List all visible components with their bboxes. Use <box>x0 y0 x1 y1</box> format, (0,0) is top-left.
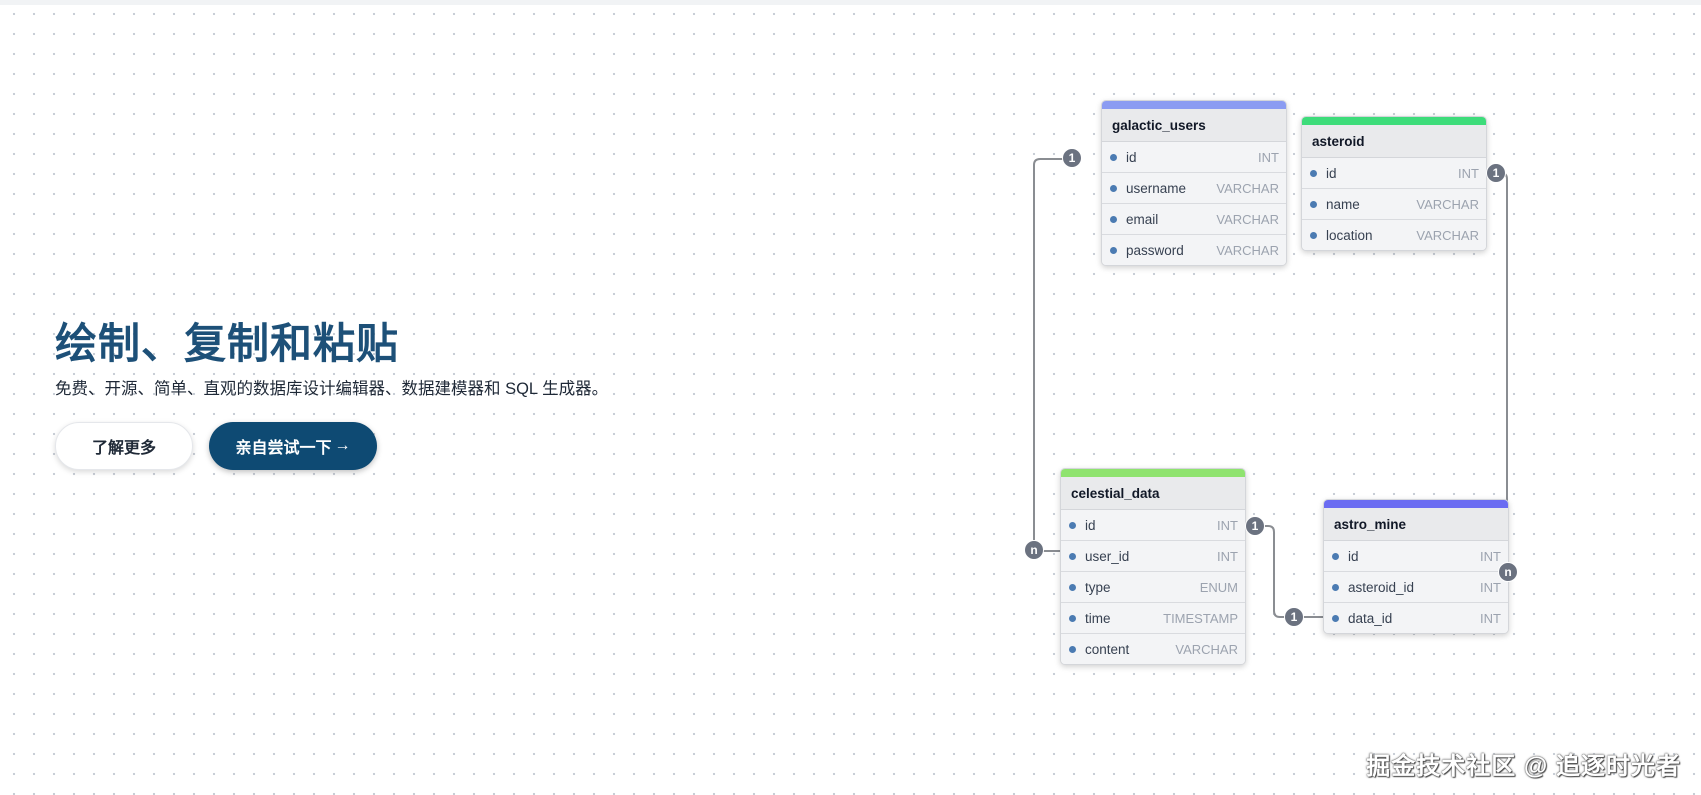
field-dot-icon <box>1332 614 1339 622</box>
field-row[interactable]: password VARCHAR <box>1102 235 1286 265</box>
field-row[interactable]: id INT <box>1324 541 1508 572</box>
field-row[interactable]: email VARCHAR <box>1102 204 1286 235</box>
field-type: ENUM <box>1199 579 1238 595</box>
relation-data-mine[interactable] <box>1255 525 1323 618</box>
field-name: name <box>1326 196 1360 212</box>
table-color-bar <box>1324 500 1508 508</box>
table-color-bar <box>1302 117 1486 125</box>
field-dot-icon <box>1332 583 1339 591</box>
table-color-bar <box>1061 469 1245 477</box>
cardinality-badge: 1 <box>1062 148 1082 168</box>
field-row[interactable]: id INT <box>1302 158 1486 189</box>
cardinality-badge: 1 <box>1245 516 1265 536</box>
field-type: INT <box>1258 149 1279 165</box>
field-dot-icon <box>1069 645 1076 653</box>
field-type: INT <box>1480 548 1501 564</box>
field-name: id <box>1348 548 1359 564</box>
field-type: VARCHAR <box>1416 227 1479 243</box>
table-header[interactable]: asteroid <box>1302 125 1486 158</box>
field-name: id <box>1085 517 1096 533</box>
table-galactic-users[interactable]: galactic_users id INT username VARCHAR e… <box>1101 100 1287 266</box>
field-type: TIMESTAMP <box>1163 610 1238 626</box>
field-row[interactable]: username VARCHAR <box>1102 173 1286 204</box>
field-type: INT <box>1480 610 1501 626</box>
field-name: id <box>1126 149 1137 165</box>
field-type: VARCHAR <box>1175 641 1238 657</box>
field-dot-icon <box>1110 246 1117 254</box>
field-row[interactable]: asteroid_id INT <box>1324 572 1508 603</box>
field-type: INT <box>1217 548 1238 564</box>
watermark-text: 掘金技术社区 @ 追逐时光者 <box>1366 753 1681 780</box>
table-celestial-data[interactable]: celestial_data id INT user_id INT type E… <box>1060 468 1246 665</box>
field-name: time <box>1085 610 1111 626</box>
cardinality-badge: 1 <box>1486 163 1506 183</box>
field-row[interactable]: id INT <box>1102 142 1286 173</box>
field-type: INT <box>1480 579 1501 595</box>
field-type: INT <box>1217 517 1238 533</box>
field-name: id <box>1326 165 1337 181</box>
field-dot-icon <box>1069 614 1076 622</box>
field-dot-icon <box>1069 521 1076 529</box>
field-name: location <box>1326 227 1373 243</box>
table-astro-mine[interactable]: astro_mine id INT asteroid_id INT data_i… <box>1323 499 1509 634</box>
field-dot-icon <box>1110 153 1117 161</box>
field-name: asteroid_id <box>1348 579 1415 595</box>
field-dot-icon <box>1310 169 1317 177</box>
field-dot-icon <box>1110 215 1117 223</box>
cardinality-badge: n <box>1024 540 1044 560</box>
table-header[interactable]: astro_mine <box>1324 508 1508 541</box>
field-name: username <box>1126 180 1187 196</box>
field-name: user_id <box>1085 548 1130 564</box>
field-dot-icon <box>1110 184 1117 192</box>
field-row[interactable]: id INT <box>1061 510 1245 541</box>
cardinality-badge: 1 <box>1284 607 1304 627</box>
field-row[interactable]: location VARCHAR <box>1302 220 1486 250</box>
field-row[interactable]: name VARCHAR <box>1302 189 1486 220</box>
field-name: password <box>1126 242 1184 258</box>
field-type: VARCHAR <box>1216 180 1279 196</box>
field-row[interactable]: data_id INT <box>1324 603 1508 633</box>
table-color-bar <box>1102 101 1286 109</box>
field-name: content <box>1085 641 1130 657</box>
field-row[interactable]: content VARCHAR <box>1061 634 1245 664</box>
field-type: INT <box>1458 165 1479 181</box>
field-type: VARCHAR <box>1416 196 1479 212</box>
field-type: VARCHAR <box>1216 242 1279 258</box>
table-asteroid[interactable]: asteroid id INT name VARCHAR location VA… <box>1301 116 1487 251</box>
table-header[interactable]: galactic_users <box>1102 109 1286 142</box>
field-dot-icon <box>1332 552 1339 560</box>
field-name: data_id <box>1348 610 1393 626</box>
field-name: type <box>1085 579 1111 595</box>
field-dot-icon <box>1310 200 1317 208</box>
field-row[interactable]: user_id INT <box>1061 541 1245 572</box>
field-row[interactable]: type ENUM <box>1061 572 1245 603</box>
field-dot-icon <box>1069 552 1076 560</box>
field-type: VARCHAR <box>1216 211 1279 227</box>
field-dot-icon <box>1069 583 1076 591</box>
field-row[interactable]: time TIMESTAMP <box>1061 603 1245 634</box>
field-dot-icon <box>1310 231 1317 239</box>
field-name: email <box>1126 211 1159 227</box>
table-header[interactable]: celestial_data <box>1061 477 1245 510</box>
cardinality-badge: n <box>1498 562 1518 582</box>
